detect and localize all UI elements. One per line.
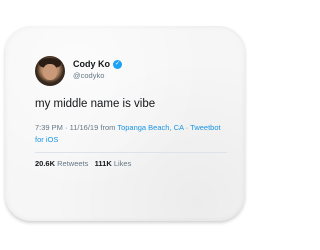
tweet-time: 7:39 PM [35,123,63,132]
divider [35,152,227,153]
avatar [35,56,65,86]
tweet-date: 11/16/19 [69,123,99,132]
tweet-client-suffix: for iOS [35,135,59,144]
tweet-header: Cody Ko ✓ @codyko [35,56,230,90]
tweet-stats: 20.6K Retweets 111K Likes [35,159,230,168]
user-handle: @codyko [73,71,105,80]
display-name: Cody Ko [73,59,110,69]
likes-label: Likes [113,159,132,168]
tweet-client: Tweetbot [190,123,221,132]
name-row: Cody Ko ✓ [73,59,122,69]
verified-badge-icon: ✓ [113,59,122,69]
likes-count: 111K [94,159,112,168]
from-label: from [100,123,118,132]
tweet-card: Cody Ko ✓ @codyko my middle name is vibe… [35,56,230,168]
tweet-meta: 7:39 PM · 11/16/19 from Topanga Beach, C… [35,122,230,146]
retweets-count: 20.6K [35,159,56,168]
avatar-face [43,64,57,80]
tweet-text: my middle name is vibe [35,98,156,110]
retweets-label: Retweets [57,159,89,168]
tweet-location: Topanga Beach, CA [117,123,184,132]
